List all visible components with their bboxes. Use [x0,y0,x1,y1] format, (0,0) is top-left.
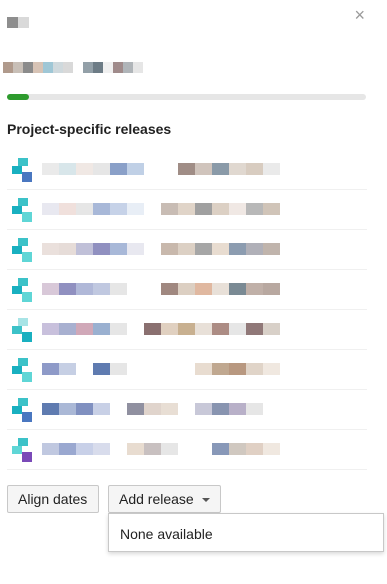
add-release-label: Add release [119,491,194,507]
release-name-redacted [42,243,280,255]
list-item[interactable] [7,150,367,190]
dialog-heading-redacted [7,17,29,28]
release-icon [12,318,34,342]
chevron-down-icon [201,498,210,503]
add-release-menu: None available [108,513,384,552]
list-item[interactable] [7,230,367,270]
menu-item-none-available: None available [120,526,213,542]
progress-fill [7,94,29,100]
list-item[interactable] [7,350,367,390]
list-item[interactable] [7,310,367,350]
list-item[interactable] [7,430,367,470]
release-name-redacted [42,203,280,215]
align-dates-label: Align dates [18,491,88,507]
release-name-redacted [42,163,280,175]
release-name-redacted [42,443,280,455]
release-name-redacted [3,62,143,73]
releases-list [7,150,367,470]
release-name-redacted [42,403,280,415]
close-icon[interactable]: × [354,6,365,24]
list-item[interactable] [7,190,367,230]
section-title: Project-specific releases [7,121,172,137]
release-icon [12,158,34,182]
list-item[interactable] [7,390,367,430]
list-item[interactable] [7,270,367,310]
align-dates-button[interactable]: Align dates [7,485,99,513]
release-icon [12,198,34,222]
progress-bar [7,94,366,100]
release-name-redacted [42,363,280,375]
add-release-button[interactable]: Add release [108,485,221,513]
release-icon [12,438,34,462]
release-icon [12,398,34,422]
release-icon [12,238,34,262]
release-icon [12,358,34,382]
release-icon [12,278,34,302]
release-name-redacted [42,323,280,335]
release-name-redacted [42,283,280,295]
